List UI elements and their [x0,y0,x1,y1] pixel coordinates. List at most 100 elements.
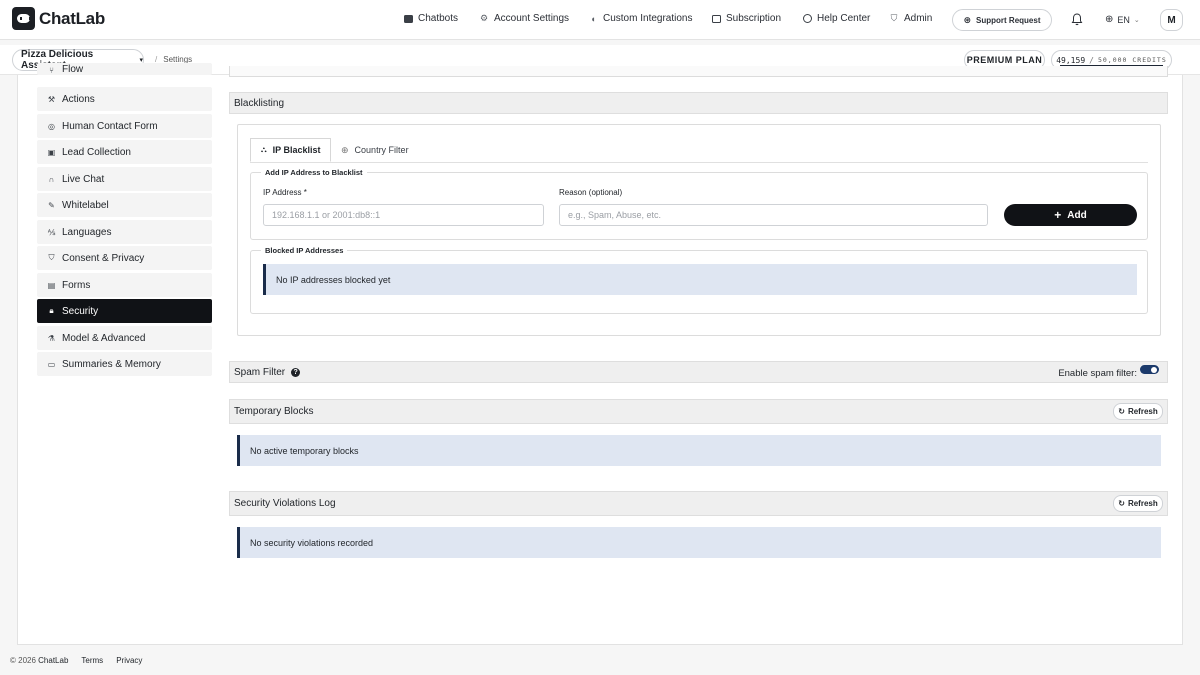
pencil-icon: ✎ [48,200,55,210]
language-selector[interactable]: ⊕ EN ⌄ [1105,14,1140,25]
footer: © 2026 ChatLab Terms Privacy [10,656,142,665]
spam-filter-header: Spam Filter ? Enable spam filter: [229,361,1168,383]
top-navbar: ChatLab Chatbots ⚙ Account Settings ◖ Cu… [0,0,1200,40]
language-code: EN [1117,14,1130,25]
nav-subscription[interactable]: Subscription [711,13,781,24]
flask-icon: ⚗ [47,333,56,343]
nav-subscription-label: Subscription [726,13,782,24]
blocked-ips-legend: Blocked IP Addresses [261,246,348,255]
tab-country-filter[interactable]: ⊕ Country Filter [331,138,419,162]
lifebuoy-icon: ⊛ [963,14,972,25]
sidebar-item-actions[interactable]: ⚒ Actions [37,87,212,111]
nav-account-settings[interactable]: ⚙ Account Settings [479,13,569,24]
add-ip-fieldset: Add IP Address to Blacklist IP Address *… [250,168,1148,240]
add-ip-button[interactable]: + Add [1004,204,1137,226]
help-circle-icon[interactable]: ? [291,367,301,377]
nav-custom-integrations[interactable]: ◖ Custom Integrations [588,13,693,24]
sidebar-item-languages[interactable]: ⅍ Languages [37,220,212,244]
memory-icon: ▭ [47,359,56,369]
tab-divider [250,162,1148,163]
bell-icon[interactable] [1071,13,1083,26]
ip-address-input[interactable]: 192.168.1.1 or 2001:db8::1 [263,204,544,226]
form-icon: ▤ [47,280,56,290]
sidebar-item-consent-privacy[interactable]: ⛉ Consent & Privacy [37,246,212,270]
sidebar-item-model-advanced[interactable]: ⚗ Model & Advanced [37,326,212,350]
nav-help-center[interactable]: Help Center [802,13,870,24]
sidebar-item-label: Lead Collection [62,146,131,158]
footer-copyright: © 2026 ChatLab [10,656,68,665]
sidebar-item-label: Human Contact Form [62,120,158,132]
section-title: Blacklisting [234,97,285,109]
sidebar-item-label: Consent & Privacy [62,252,145,264]
reason-input[interactable]: e.g., Spam, Abuse, etc. [559,204,988,226]
nav-custom-integrations-label: Custom Integrations [603,13,693,24]
help-icon [802,14,812,24]
footer-terms-link[interactable]: Terms [81,656,103,665]
globe-icon: ⊕ [1105,14,1114,25]
translate-icon: ⅍ [47,227,56,237]
refresh-icon: ↻ [1118,499,1125,508]
section-title: Security Violations Log [234,498,336,509]
shield-icon: ⛉ [48,253,55,262]
credits-total: 50,000 CREDITS [1097,56,1167,64]
nav-chatbots[interactable]: Chatbots [403,13,458,24]
sidebar-item-label: Forms [62,279,91,291]
tab-label: IP Blacklist [272,145,321,155]
sidebar-item-human-contact-form[interactable]: ◎ Human Contact Form [37,114,212,138]
nav-chatbots-label: Chatbots [418,13,459,24]
brand-logo[interactable]: ChatLab [12,7,105,30]
sidebar-item-whitelabel[interactable]: ✎ Whitelabel [37,193,212,217]
actions-icon: ⚒ [47,94,56,104]
refresh-violations-button[interactable]: ↻ Refresh [1113,495,1163,512]
sidebar-item-label: Live Chat [62,173,105,185]
user-avatar[interactable]: M [1160,9,1183,31]
spam-filter-toggle-label: Enable spam filter: [1058,368,1137,379]
add-ip-button-label: Add [1067,209,1087,221]
refresh-temporary-blocks-button[interactable]: ↻ Refresh [1113,403,1163,420]
sidebar-item-live-chat[interactable]: ∩ Live Chat [37,167,212,191]
sidebar-item-security[interactable]: 🔒︎ Security [37,299,212,323]
tab-ip-blacklist[interactable]: ⛬ IP Blacklist [250,138,332,162]
sidebar-item-label: Flow [62,64,84,75]
refresh-label: Refresh [1127,407,1158,416]
blacklisting-card: ⛬ IP Blacklist ⊕ Country Filter Add IP A… [237,124,1161,336]
reason-label: Reason (optional) [559,188,623,197]
tab-label: Country Filter [354,145,409,155]
footer-privacy-link[interactable]: Privacy [116,656,142,665]
copyright-year: © 2026 [10,656,36,665]
plus-icon: + [1054,208,1062,222]
robot-logo-icon [12,7,35,30]
blocked-ips-fieldset: Blocked IP Addresses No IP addresses blo… [250,246,1148,314]
flow-icon: ⑂ [49,66,54,75]
brand-name: ChatLab [39,8,105,28]
footer-brand-link[interactable]: ChatLab [38,656,68,665]
add-ip-legend: Add IP Address to Blacklist [261,168,367,177]
sidebar-item-summaries-memory[interactable]: ▭ Summaries & Memory [37,352,212,376]
contact-icon: ◎ [48,121,55,131]
sidebar-item-forms[interactable]: ▤ Forms [37,273,212,297]
notice-text: No security violations recorded [250,537,374,548]
credits-separator: / [1089,55,1094,65]
sidebar-item-lead-collection[interactable]: ▣ Lead Collection [37,140,212,164]
sidebar-item-label: Security [62,305,99,317]
nav-admin[interactable]: ⛉ Admin [889,13,933,24]
sidebar-item-label: Whitelabel [62,199,109,211]
lock-icon: 🔒︎ [49,306,54,315]
card-icon [711,14,721,24]
globe-icon: ⊕ [341,144,349,155]
violations-empty-notice: No security violations recorded [237,527,1161,558]
credits-used: 49,159 [1056,55,1086,65]
sidebar-item-label: Model & Advanced [62,332,146,344]
sidebar-item-flow[interactable]: ⑂ Flow [37,63,212,75]
nav-account-settings-label: Account Settings [494,13,570,24]
section-title: Temporary Blocks [234,406,314,417]
nav-help-center-label: Help Center [817,13,871,24]
refresh-label: Refresh [1127,499,1158,508]
ip-address-label: IP Address * [263,188,307,197]
spam-filter-toggle[interactable] [1140,365,1159,374]
violations-log-header: Security Violations Log ↻ Refresh [229,491,1168,516]
support-request-label: Support Request [976,15,1041,25]
support-request-button[interactable]: ⊛ Support Request [952,9,1052,31]
temporary-blocks-empty-notice: No active temporary blocks [237,435,1161,466]
notice-text: No active temporary blocks [250,445,359,456]
